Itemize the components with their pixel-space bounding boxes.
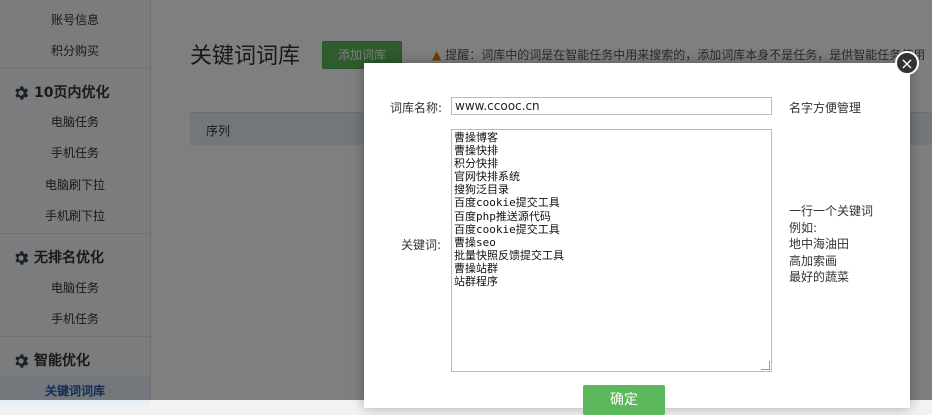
hint-line: 一行一个关键词	[789, 204, 874, 218]
library-name-hint: 名字方便管理	[789, 101, 862, 115]
keywords-hint: 一行一个关键词 例如: 地中海油田 高加索画 最好的蔬菜	[789, 203, 873, 286]
keyword-line: 百度cookie提交工具	[454, 196, 560, 210]
confirm-button[interactable]: 确定	[583, 385, 665, 415]
hint-line: 例如:	[789, 220, 818, 235]
keywords-textarea[interactable]: 曹操博客 曹操快排 积分快排 官网快排系统 搜狗泛目录 百度cookie提交工具…	[451, 129, 772, 372]
hint-line: 最好的蔬菜	[789, 270, 850, 284]
keyword-line: 曹操快排	[454, 144, 498, 158]
library-name-input[interactable]	[451, 97, 772, 115]
keyword-line: 搜狗泛目录	[454, 183, 509, 197]
keyword-line: 官网快排系统	[454, 170, 520, 184]
hint-line: 高加索画	[789, 253, 838, 268]
keyword-line: 百度php推送源代码	[454, 209, 551, 223]
keywords-label: 关键词:	[401, 238, 442, 252]
keyword-line: 曹操站群	[454, 261, 498, 275]
keyword-line: 站群程序	[454, 275, 498, 289]
keyword-line: 曹操博客	[454, 131, 498, 144]
keyword-line: 批量快照反馈提交工具	[454, 248, 564, 262]
keyword-line: 曹操seo	[454, 235, 496, 249]
hint-line: 地中海油田	[789, 237, 850, 251]
resize-handle[interactable]	[761, 361, 770, 370]
library-name-label: 词库名称:	[390, 101, 443, 115]
keyword-line: 积分快排	[454, 157, 498, 171]
keyword-line: 百度cookie提交工具	[454, 222, 560, 236]
close-icon[interactable]: ×	[895, 51, 919, 75]
